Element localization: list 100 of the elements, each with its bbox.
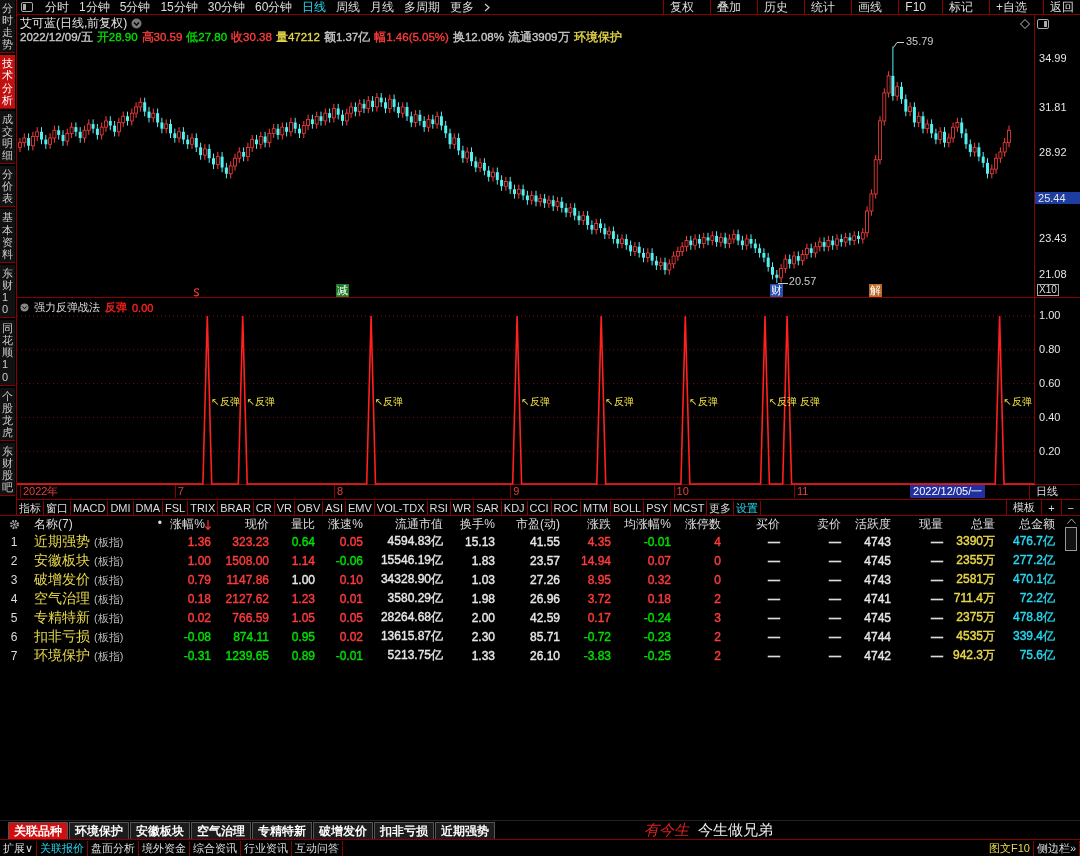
sector-tab[interactable]: 安徽板块 <box>130 821 190 839</box>
bottom-tab[interactable]: 扩展∨ <box>0 840 38 856</box>
bottom-tab[interactable]: 侧边栏» <box>1033 840 1080 856</box>
settings-icon[interactable] <box>8 519 20 530</box>
chevron-right-icon[interactable] <box>484 2 491 12</box>
bottom-tab[interactable]: 关联报价 <box>37 840 89 856</box>
indicator-tab[interactable]: MACD <box>71 500 109 515</box>
bottom-tab[interactable]: 图文F10 <box>985 840 1034 856</box>
event-badge[interactable]: 解 <box>868 284 882 297</box>
column-header[interactable]: 卖价 <box>817 516 841 533</box>
column-header[interactable]: 现量 <box>919 516 943 533</box>
indicator-tab[interactable]: ROC <box>551 500 581 515</box>
bottom-tab[interactable]: 综合资讯 <box>190 840 242 856</box>
panel-toggle-icon[interactable] <box>1037 19 1050 29</box>
indicator-tab[interactable]: FSL <box>163 500 189 515</box>
sector-name[interactable]: 专精特新 <box>34 608 90 627</box>
sector-name[interactable]: 扣非亏损 <box>34 627 90 646</box>
side-tab[interactable]: 分时走势 <box>0 0 15 54</box>
indicator-tab[interactable]: VOL-TDX <box>374 500 428 515</box>
indicator-tab[interactable]: MTM <box>581 500 612 515</box>
column-header[interactable]: 总量 <box>971 516 995 533</box>
period-tab[interactable]: 多周期 <box>404 0 441 16</box>
diamond-icon[interactable] <box>1020 19 1031 29</box>
side-tab[interactable]: 分价表 <box>0 166 15 208</box>
column-header[interactable]: 活跃度 <box>855 516 891 533</box>
column-header[interactable]: 涨跌 <box>587 516 611 533</box>
dropdown-icon[interactable] <box>131 17 143 29</box>
indicator-tab[interactable]: MCST <box>671 500 708 515</box>
bottom-tab[interactable]: 互动问答 <box>292 840 344 856</box>
indicator-tab[interactable]: CCI <box>527 500 552 515</box>
column-header[interactable]: 流通市值 <box>395 516 443 533</box>
sector-name[interactable]: 环境保护 <box>34 646 90 665</box>
indicator-tab[interactable]: 设置 <box>734 500 762 515</box>
indicator-tab[interactable]: ASI <box>323 500 346 515</box>
column-header[interactable]: 涨速% <box>328 516 363 533</box>
sector-tab[interactable]: 空气治理 <box>191 821 251 839</box>
period-tab[interactable]: 月线 <box>370 0 395 16</box>
column-header[interactable]: 量比 <box>291 516 315 533</box>
period-tab[interactable]: 更多 <box>450 0 475 16</box>
scroll-thumb[interactable] <box>1065 527 1077 551</box>
sector-tab[interactable]: 环境保护 <box>69 821 129 839</box>
indicator-tab[interactable]: 更多 <box>707 500 735 515</box>
indicator-tab[interactable]: TRIX <box>188 500 219 515</box>
column-header[interactable]: 现价 <box>245 516 269 533</box>
indicator-tab[interactable]: SAR <box>474 500 502 515</box>
event-badge[interactable]: 财 <box>769 284 783 297</box>
sector-tab[interactable]: 关联品种 <box>8 821 68 839</box>
indicator-tab[interactable]: 指标 <box>17 500 44 515</box>
indicator-tab[interactable]: EMV <box>345 500 375 515</box>
sector-tab[interactable]: 破增发价 <box>313 821 373 839</box>
panel-toggle-icon[interactable] <box>21 2 33 12</box>
column-header[interactable]: 名称(7) <box>34 516 73 533</box>
indicator-tab[interactable]: KDJ <box>501 500 528 515</box>
sector-name[interactable]: 破增发价 <box>34 570 90 589</box>
column-header[interactable]: 涨幅% <box>170 516 211 533</box>
column-header[interactable]: 均涨幅% <box>624 516 671 533</box>
period-tab[interactable]: 15分钟 <box>160 0 198 16</box>
sector-tab[interactable]: 近期强势 <box>435 821 495 839</box>
indicator-tab[interactable]: PSY <box>644 500 672 515</box>
indicator-tab[interactable]: RSI <box>427 500 451 515</box>
side-tab[interactable]: 技术分析 <box>0 55 15 109</box>
indicator-tab[interactable]: CR <box>253 500 275 515</box>
side-tab[interactable]: 基本资料 <box>0 209 15 263</box>
column-header[interactable]: 市盈(动) <box>516 516 560 533</box>
indicator-tab[interactable]: 窗口 <box>44 500 71 515</box>
bottom-tab[interactable]: 行业资讯 <box>241 840 293 856</box>
indicator-tab[interactable]: OBV <box>295 500 324 515</box>
column-header[interactable]: 涨停数 <box>685 516 721 533</box>
period-tab[interactable]: 分时 <box>45 0 69 16</box>
bottom-tab[interactable]: 盘面分析 <box>88 840 140 856</box>
period-tab[interactable]: 1分钟 <box>79 0 110 16</box>
indicator-tab[interactable]: BRAR <box>218 500 254 515</box>
period-tab[interactable]: 30分钟 <box>207 0 246 16</box>
indicator-tab[interactable]: VR <box>274 500 295 515</box>
indicator-tab[interactable]: WR <box>450 500 475 515</box>
event-badge[interactable]: 减 <box>335 284 349 297</box>
column-header[interactable]: 总金额 <box>1019 516 1055 533</box>
collapse-icon[interactable] <box>20 303 29 313</box>
sector-tab[interactable]: 专精特新 <box>252 821 312 839</box>
indicator-tab[interactable]: DMA <box>133 500 163 515</box>
side-tab[interactable]: 东财股吧 <box>0 443 15 497</box>
event-mark-icon[interactable] <box>193 288 201 297</box>
indicator-tab[interactable]: BOLL <box>611 500 645 515</box>
period-tab[interactable]: 5分钟 <box>119 0 151 16</box>
period-tab[interactable]: 60分钟 <box>255 0 293 16</box>
sector-tab[interactable]: 扣非亏损 <box>374 821 434 839</box>
column-header[interactable]: 换手% <box>460 516 495 533</box>
side-tab[interactable]: 同花顺10 <box>0 320 15 386</box>
sector-name[interactable]: 近期强势 <box>34 532 90 551</box>
scroll-up-icon[interactable] <box>1066 518 1076 524</box>
side-tab[interactable]: 成交明细 <box>0 110 15 165</box>
sector-name[interactable]: 安徽板块 <box>34 551 90 570</box>
side-tab[interactable]: 个股龙虎 <box>0 387 15 441</box>
period-tab[interactable]: 周线 <box>336 0 361 16</box>
bottom-tab[interactable]: 境外资金 <box>139 840 191 856</box>
indicator-tab[interactable]: DMI <box>108 500 134 515</box>
side-tab[interactable]: 东财10 <box>0 264 15 319</box>
column-header[interactable]: 买价 <box>756 516 780 533</box>
period-tab[interactable]: 日线 <box>302 0 327 16</box>
sector-name[interactable]: 空气治理 <box>34 589 90 608</box>
